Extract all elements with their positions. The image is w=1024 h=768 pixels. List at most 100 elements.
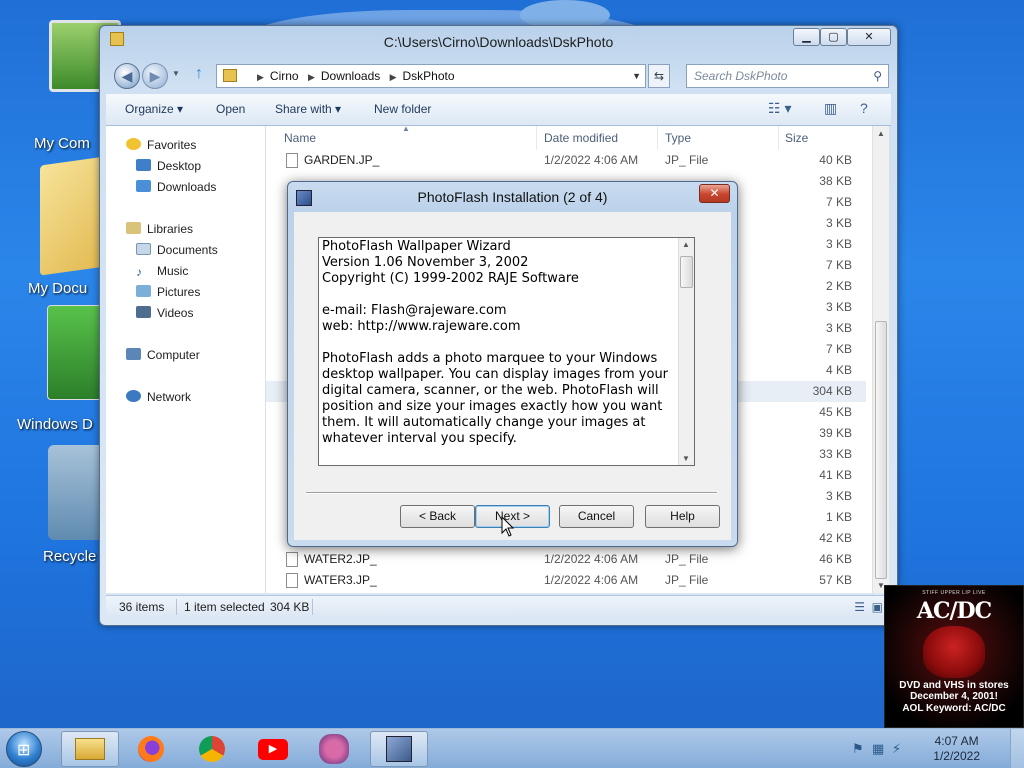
navigation-pane: Favorites Desktop Downloads Libraries Do… [106,126,266,593]
back-button[interactable]: ◀ [114,63,140,89]
help-icon[interactable]: ? [860,100,868,116]
chevron-down-icon[interactable]: ▼ [632,65,641,87]
description-text: PhotoFlash adds a photo marquee to your … [322,351,669,446]
start-button[interactable]: ⊞ [6,731,42,767]
system-clock[interactable]: 4:07 AM 1/2/2022 [933,734,980,764]
dialog-close-button[interactable]: ✕ [699,184,730,203]
file-date: 1/2/2022 4:06 AM [544,552,639,566]
file-size: 3 KB [825,300,852,314]
file-type: JP_ File [665,153,709,167]
column-type[interactable]: Type [665,131,691,145]
nav-favorites[interactable]: Favorites [126,138,196,152]
file-size: 4 KB [825,363,852,377]
file-size: 33 KB [819,447,852,461]
search-icon[interactable]: ⚲ [873,65,882,87]
file-size: 42 KB [819,531,852,545]
nav-documents[interactable]: Documents [136,243,218,257]
scrollbar-thumb[interactable] [680,256,693,288]
column-name[interactable]: Name [284,131,316,145]
info-line: Copyright (C) 1999-2002 RAJE Software [322,271,579,286]
file-size: 3 KB [825,237,852,251]
item-count: 36 items [119,600,165,614]
back-button[interactable]: < Back [400,505,475,528]
nav-desktop[interactable]: Desktop [136,159,201,173]
ad-artwork [923,626,985,678]
videos-icon [136,306,151,318]
new-folder-button[interactable]: New folder [374,102,431,116]
system-tray: ⚑ ▦ ⚡ 4:07 AM 1/2/2022 [852,729,1024,768]
nav-computer[interactable]: Computer [126,348,200,362]
web-line: web: http://www.rajeware.com [322,319,521,334]
nav-music[interactable]: ♪ Music [136,264,188,279]
file-row[interactable]: WATER2.JP_ 1/2/2022 4:06 AM JP_ File 46 KB [266,549,866,570]
help-button[interactable]: Help [645,505,720,528]
cancel-button[interactable]: Cancel [559,505,634,528]
column-size[interactable]: Size [785,131,808,145]
power-tray-icon[interactable]: ⚡ [892,741,901,757]
column-date[interactable]: Date modified [544,131,618,145]
clock-date: 1/2/2022 [933,749,980,763]
taskbar-explorer[interactable] [61,731,119,767]
file-list-scrollbar[interactable]: ▲ ▼ [872,126,889,593]
file-name: WATER2.JP_ [304,552,377,566]
scroll-up-icon[interactable]: ▲ [877,129,885,138]
nav-videos[interactable]: Videos [136,306,193,320]
taskbar-photoflash-installer[interactable] [370,731,428,767]
scroll-down-icon[interactable]: ▼ [682,454,690,463]
recent-pages-icon[interactable]: ▼ [172,69,180,78]
breadcrumb-item[interactable]: Cirno [270,69,299,83]
libraries-icon [126,222,141,234]
file-row[interactable]: WATER3.JP_ 1/2/2022 4:06 AM JP_ File 57 KB [266,570,866,591]
taskbar-character-app[interactable] [305,731,363,767]
thumbnail-view-icon[interactable]: ▣ [872,596,883,618]
address-bar[interactable]: ▶ Cirno ▶ Downloads ▶ DskPhoto ▼ [216,64,646,88]
selection-size: 304 KB [270,600,310,614]
share-with-menu[interactable]: Share with ▾ [275,102,341,116]
file-size: 41 KB [819,468,852,482]
folder-icon [110,32,124,46]
computer-icon [126,348,141,360]
installer-dialog[interactable]: PhotoFlash Installation (2 of 4) ✕ Photo… [287,181,738,547]
nav-network[interactable]: Network [126,390,191,404]
refresh-button[interactable]: ⇆ [648,64,670,88]
ad-tagline: STIFF UPPER LIP LIVE [922,590,986,596]
column-divider [657,126,658,150]
search-input[interactable]: Search DskPhoto ⚲ [686,64,889,88]
nav-libraries[interactable]: Libraries [126,222,193,236]
action-center-icon[interactable]: ⚑ [852,741,864,757]
downloads-icon [136,180,151,192]
details-view-icon[interactable]: ☰ [854,596,865,618]
open-button[interactable]: Open [216,102,245,116]
scrollbar-thumb[interactable] [875,321,887,579]
view-options-icon[interactable]: ☷ ▾ [768,100,791,117]
maximize-button[interactable]: ▢ [820,28,847,46]
forward-button[interactable]: ▶ [142,63,168,89]
nav-downloads[interactable]: Downloads [136,180,216,194]
mouse-cursor-icon [501,516,515,537]
breadcrumb-item[interactable]: Downloads [321,69,380,83]
taskbar-youtube[interactable]: ▶ [244,731,302,767]
organize-menu[interactable]: Organize ▾ [125,102,183,116]
minimize-button[interactable]: ▁ [793,28,820,46]
license-textbox[interactable]: PhotoFlash Wallpaper Wizard Version 1.06… [318,237,695,466]
breadcrumb-item[interactable]: DskPhoto [403,69,455,83]
acdc-logo: AC/DC [916,598,992,624]
selection-count: 1 item selected [184,600,265,614]
acdc-advertisement[interactable]: STIFF UPPER LIP LIVE AC/DC DVD and VHS i… [884,585,1024,728]
file-size: 3 KB [825,489,852,503]
textbox-scrollbar[interactable]: ▲ ▼ [678,238,694,465]
address-row: ◀ ▶ ▼ ↑ ▶ Cirno ▶ Downloads ▶ DskPhoto ▼ ⇆ … [110,62,889,90]
network-tray-icon[interactable]: ▦ [872,741,884,757]
taskbar-chrome[interactable] [183,731,241,767]
taskbar-firefox[interactable] [122,731,180,767]
scroll-up-icon[interactable]: ▲ [682,240,690,249]
up-arrow-icon[interactable]: ↑ [195,65,203,83]
preview-pane-icon[interactable]: ▥ [824,100,837,117]
file-row[interactable]: GARDEN.JP_ 1/2/2022 4:06 AM JP_ File 40 KB [266,150,866,171]
file-size: 57 KB [819,573,852,587]
nav-pictures[interactable]: Pictures [136,285,200,299]
show-desktop-button[interactable] [1010,729,1024,768]
close-button[interactable]: ✕ [847,28,891,46]
dialog-separator [306,492,717,494]
column-divider [536,126,537,150]
